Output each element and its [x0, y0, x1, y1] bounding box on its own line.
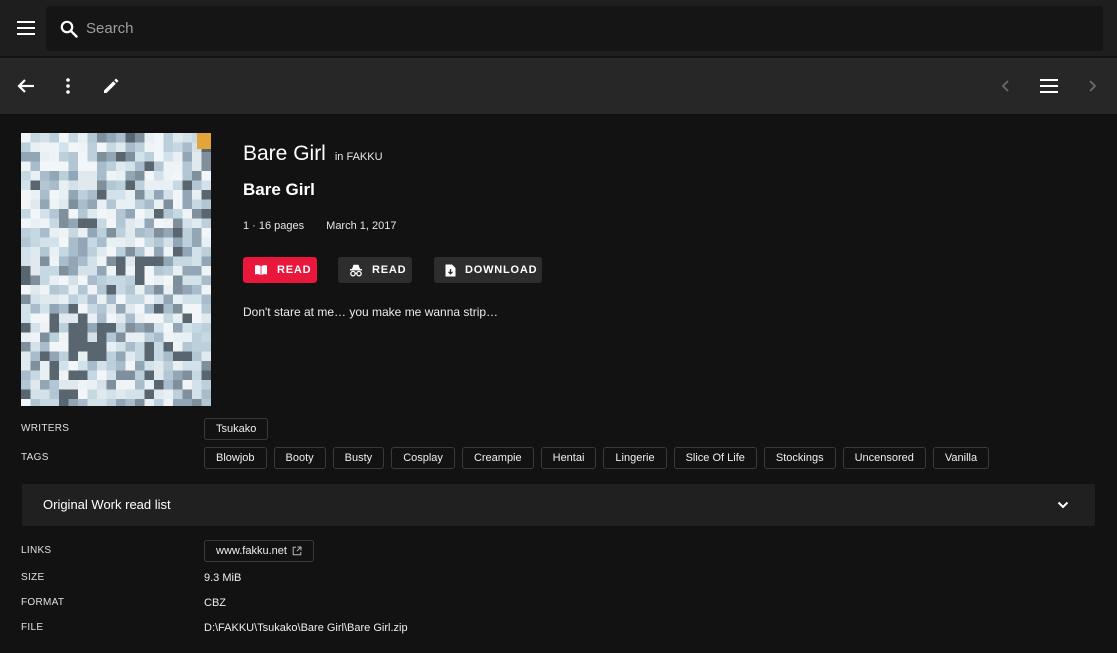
- read-button[interactable]: READ: [243, 257, 317, 283]
- book-meta: 1 · 16 pages March 1, 2017: [243, 220, 396, 232]
- format-value: CBZ: [204, 597, 226, 609]
- tag-chip[interactable]: Vanilla: [932, 447, 990, 469]
- tag-chip[interactable]: Creampie: [461, 447, 534, 469]
- file-label: FILE: [21, 622, 44, 633]
- search-input[interactable]: [86, 20, 1046, 37]
- book-cover-thumbnail: [21, 133, 211, 406]
- tag-chip[interactable]: Busty: [332, 447, 385, 469]
- book-open-icon: [254, 263, 268, 277]
- more-options-button[interactable]: [54, 72, 82, 100]
- read-button-label: READ: [277, 264, 312, 276]
- pencil-icon: [104, 78, 119, 93]
- chevron-left-icon: [1001, 80, 1009, 92]
- title-row: Bare Girl in FAKKU: [243, 142, 383, 166]
- book-summary: Don't stare at me… you make me wanna str…: [243, 305, 499, 319]
- series-title[interactable]: Bare Girl: [243, 142, 326, 166]
- tag-chip[interactable]: Blowjob: [204, 447, 267, 469]
- tag-chip[interactable]: Cosplay: [391, 447, 455, 469]
- chevron-down-icon: [1053, 495, 1073, 515]
- app-bar: [0, 0, 1117, 56]
- writers-chips: Tsukako: [204, 418, 275, 440]
- read-list-title: Original Work read list: [43, 497, 171, 512]
- previous-book-button[interactable]: [992, 72, 1020, 100]
- link-chip-fakku[interactable]: www.fakku.net: [204, 540, 314, 562]
- incognito-read-button[interactable]: READ: [338, 257, 412, 283]
- dots-vertical-icon: [66, 78, 70, 94]
- tag-chip[interactable]: Hentai: [540, 447, 597, 469]
- download-button[interactable]: DOWNLOAD: [434, 257, 542, 283]
- links-label: LINKS: [21, 545, 52, 556]
- arrow-left-icon: [17, 79, 34, 93]
- hamburger-icon: [17, 21, 35, 35]
- size-label: SIZE: [21, 572, 45, 583]
- tag-chip[interactable]: Slice Of Life: [673, 447, 757, 469]
- book-title: Bare Girl: [243, 180, 315, 199]
- edit-button[interactable]: [97, 72, 125, 100]
- writers-label: WRITERS: [21, 423, 70, 434]
- search-icon: [58, 18, 80, 40]
- open-in-new-icon: [292, 546, 302, 556]
- tags-label: TAGS: [21, 452, 49, 463]
- hamburger-menu-button[interactable]: [12, 14, 40, 42]
- read-list-expansion-panel[interactable]: Original Work read list: [22, 484, 1095, 526]
- writer-chip[interactable]: Tsukako: [204, 418, 269, 440]
- book-list-button[interactable]: [1035, 72, 1063, 100]
- format-label: FORMAT: [21, 597, 65, 608]
- tag-chip[interactable]: Uncensored: [842, 447, 926, 469]
- search-bar[interactable]: [46, 6, 1103, 51]
- release-date: March 1, 2017: [326, 220, 397, 232]
- link-chip-label: www.fakku.net: [216, 545, 287, 557]
- next-book-button[interactable]: [1078, 72, 1106, 100]
- chevron-right-icon: [1089, 80, 1097, 92]
- tags-chips: Blowjob Booty Busty Cosplay Creampie Hen…: [204, 447, 996, 469]
- library-label[interactable]: in FAKKU: [335, 151, 383, 163]
- tag-chip[interactable]: Stockings: [763, 447, 836, 469]
- number-pages: 1 · 16 pages: [243, 220, 305, 232]
- tag-chip[interactable]: Lingerie: [603, 447, 667, 469]
- tag-chip[interactable]: Booty: [273, 447, 326, 469]
- incognito-icon: [349, 263, 363, 277]
- download-button-label: DOWNLOAD: [465, 264, 538, 276]
- file-download-icon: [445, 263, 456, 277]
- back-button[interactable]: [12, 72, 40, 100]
- book-toolbar: [0, 58, 1117, 114]
- list-icon: [1040, 79, 1058, 93]
- size-value: 9.3 MiB: [204, 572, 242, 584]
- file-value: D:\FAKKU\Tsukako\Bare Girl\Bare Girl.zip: [204, 622, 408, 634]
- incognito-read-label: READ: [372, 264, 407, 276]
